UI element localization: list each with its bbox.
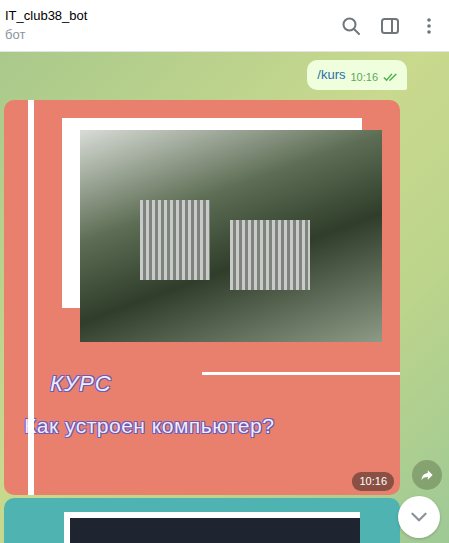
poster-message[interactable]: КУРСКак устроен компьютер?10:16 [4,100,400,495]
chat-title[interactable]: IT_club38_bot [5,8,87,24]
poster-subtitle: Как устроен компьютер? [24,412,400,440]
more-icon[interactable] [419,16,439,36]
chat-subtitle: бот [5,27,87,43]
decor-line [202,372,400,375]
read-checks-icon [383,72,399,82]
outgoing-message[interactable]: /kurs 10:16 [307,60,407,90]
message-time: 10:16 [350,70,378,84]
forward-icon [419,467,435,483]
message-time: 10:16 [352,472,394,491]
telegram-window: IT_club38_botбот/kurs10:16КУРСКак устрое… [0,0,449,543]
forward-button[interactable] [412,460,442,490]
code-screenshot [64,512,360,543]
decor-bar [28,100,34,495]
search-icon[interactable] [341,16,361,36]
chevron-down-icon [408,506,430,528]
chat-header: IT_club38_bot бот [0,0,449,52]
motherboard-photo [80,130,382,342]
message-text[interactable]: /kurs [317,66,345,84]
chat-info[interactable]: IT_club38_bot бот [5,8,87,43]
poster-message[interactable] [4,498,400,543]
chat-area: /kurs10:16КУРСКак устроен компьютер?10:1… [0,52,449,543]
scroll-down-button[interactable] [398,496,440,538]
sidebar-toggle-icon[interactable] [380,16,400,36]
